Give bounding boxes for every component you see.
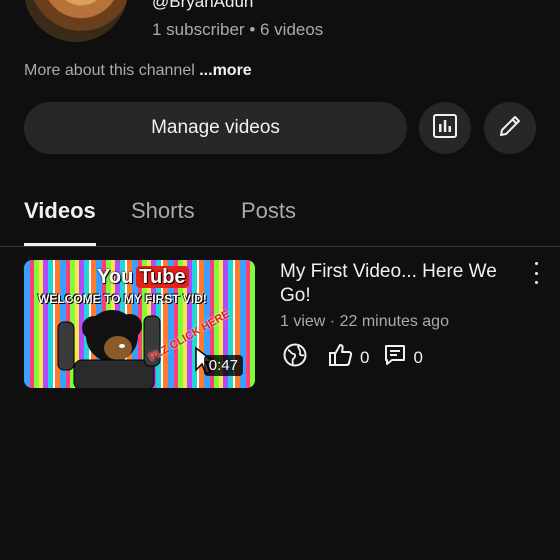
visibility-public[interactable] xyxy=(282,342,314,373)
channel-stats: 1 subscriber • 6 videos xyxy=(152,20,324,39)
video-duration-badge: 0:47 xyxy=(203,355,243,376)
comment-count[interactable]: 0 xyxy=(383,343,423,372)
channel-tabs: Videos Shorts Posts xyxy=(0,190,560,247)
thumbs-up-icon xyxy=(328,342,360,373)
active-tab-indicator xyxy=(24,243,96,246)
pencil-icon xyxy=(497,113,523,144)
thumbnail-welcome-text: WELCOME TO MY FIRST VID! xyxy=(38,292,207,306)
about-text: More about this channel xyxy=(24,62,195,79)
channel-handle: @BryanAduh xyxy=(152,0,254,11)
thumbnail-character xyxy=(57,310,161,388)
video-actions: 0 0 xyxy=(282,342,437,373)
video-more-options-icon[interactable] xyxy=(526,262,546,284)
video-title[interactable]: My First Video... Here We Go! xyxy=(280,260,510,308)
comment-icon xyxy=(383,343,413,372)
globe-icon xyxy=(282,342,314,373)
like-count-value: 0 xyxy=(360,347,370,367)
manage-videos-button[interactable]: Manage videos xyxy=(24,102,407,154)
about-more-link[interactable]: ...more xyxy=(199,62,251,79)
analytics-button[interactable] xyxy=(419,102,471,154)
thumbnail-youtube-logo: You Tube xyxy=(94,266,189,289)
channel-avatar[interactable] xyxy=(24,0,128,42)
like-count[interactable]: 0 xyxy=(328,342,369,373)
edit-channel-button[interactable] xyxy=(484,102,536,154)
comment-count-value: 0 xyxy=(413,347,423,367)
analytics-icon xyxy=(432,113,458,144)
video-meta: 1 view · 22 minutes ago xyxy=(280,313,449,330)
channel-about[interactable]: More about this channel ...more xyxy=(24,62,252,80)
tab-shorts[interactable]: Shorts xyxy=(131,198,195,224)
tab-posts[interactable]: Posts xyxy=(241,198,296,224)
video-thumbnail[interactable]: You Tube WELCOME TO MY FIRST VID! PLZ CLI… xyxy=(24,260,255,388)
tab-videos[interactable]: Videos xyxy=(24,198,96,224)
